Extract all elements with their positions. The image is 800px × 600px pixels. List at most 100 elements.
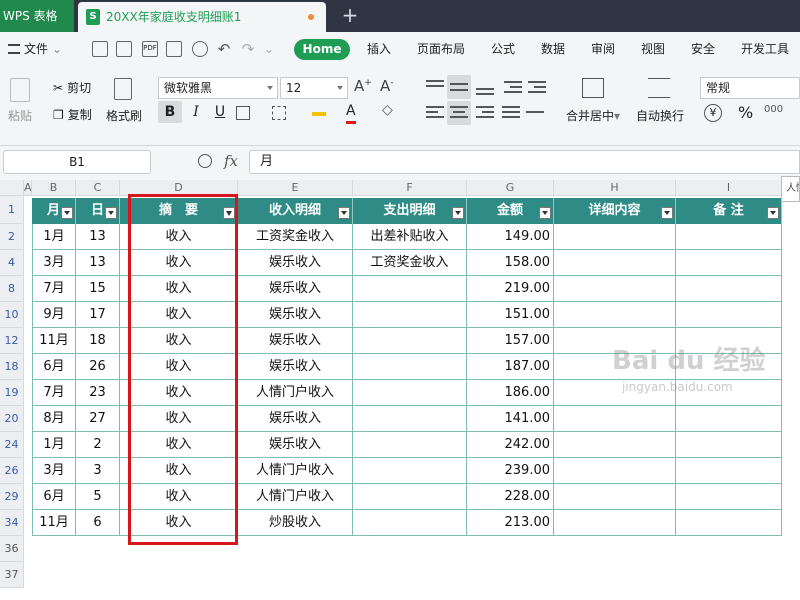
row-header[interactable]: 8 (0, 276, 24, 302)
bold-button[interactable]: B (158, 101, 182, 123)
table-cell[interactable]: 9月 (32, 302, 76, 328)
table-cell[interactable] (676, 224, 782, 250)
redo-icon[interactable]: ↷ (240, 32, 256, 66)
table-cell[interactable]: 151.00 (467, 302, 554, 328)
tab-view[interactable]: 视图 (638, 32, 668, 66)
file-menu[interactable]: 文件 ⌄ (8, 32, 62, 66)
column-header-C[interactable]: C (76, 180, 120, 196)
table-cell[interactable] (353, 510, 467, 536)
table-cell[interactable] (554, 510, 676, 536)
app-tab[interactable]: WPS 表格 (0, 0, 74, 32)
merge-center-icon[interactable] (582, 78, 604, 98)
table-cell[interactable]: 8月 (32, 406, 76, 432)
table-cell[interactable] (676, 458, 782, 484)
table-cell[interactable]: 3月 (32, 458, 76, 484)
zoom-search-icon[interactable] (198, 154, 212, 168)
table-cell[interactable]: 27 (76, 406, 120, 432)
table-cell[interactable]: 娱乐收入 (238, 354, 353, 380)
new-tab-button[interactable]: + (338, 0, 362, 32)
table-cell[interactable]: 收入 (120, 250, 238, 276)
table-cell[interactable]: 187.00 (467, 354, 554, 380)
column-header-H[interactable]: H (554, 180, 676, 196)
table-cell[interactable]: 收入 (120, 406, 238, 432)
table-cell[interactable]: 2 (76, 432, 120, 458)
select-all-corner[interactable] (0, 180, 24, 196)
align-top-icon[interactable] (426, 78, 444, 96)
row-header[interactable]: 34 (0, 510, 24, 536)
paste-icon[interactable] (10, 78, 30, 102)
table-cell[interactable]: 11月 (32, 328, 76, 354)
table-cell[interactable]: 娱乐收入 (238, 432, 353, 458)
row-header[interactable]: 19 (0, 380, 24, 406)
align-right-icon[interactable] (476, 104, 494, 122)
table-cell[interactable] (353, 432, 467, 458)
fill-color-icon[interactable] (312, 106, 326, 116)
table-cell[interactable] (353, 276, 467, 302)
filter-dropdown-icon[interactable] (539, 207, 551, 219)
tab-formulas[interactable]: 公式 (488, 32, 518, 66)
currency-button[interactable]: ¥ (704, 104, 722, 122)
table-cell[interactable]: 收入 (120, 224, 238, 250)
tab-data[interactable]: 数据 (538, 32, 568, 66)
table-cell[interactable] (554, 250, 676, 276)
tab-page-layout[interactable]: 页面布局 (414, 32, 468, 66)
header-cell[interactable]: 收入明细 (238, 198, 353, 224)
table-cell[interactable]: 15 (76, 276, 120, 302)
table-cell[interactable]: 娱乐收入 (238, 406, 353, 432)
table-cell[interactable] (554, 406, 676, 432)
table-cell[interactable] (353, 354, 467, 380)
table-cell[interactable] (554, 484, 676, 510)
table-cell[interactable] (554, 224, 676, 250)
column-header-I[interactable]: I (676, 180, 782, 196)
column-header-A[interactable]: A (24, 180, 32, 196)
wrap-text-button[interactable]: 自动换行 (636, 107, 684, 124)
table-cell[interactable] (676, 302, 782, 328)
table-cell[interactable]: 娱乐收入 (238, 302, 353, 328)
header-cell[interactable]: 摘 要 (120, 198, 238, 224)
print-preview-icon[interactable] (192, 41, 208, 57)
filter-dropdown-icon[interactable] (338, 207, 350, 219)
decrease-indent-icon[interactable] (504, 78, 522, 96)
tab-home[interactable]: Home (294, 39, 350, 60)
table-cell[interactable] (554, 276, 676, 302)
table-cell[interactable] (353, 484, 467, 510)
table-cell[interactable]: 13 (76, 250, 120, 276)
table-cell[interactable]: 人情门户收入 (238, 458, 353, 484)
row-header[interactable]: 4 (0, 250, 24, 276)
table-cell[interactable]: 157.00 (467, 328, 554, 354)
table-cell[interactable]: 工资奖金收入 (238, 224, 353, 250)
table-cell[interactable]: 1月 (32, 432, 76, 458)
align-middle-icon[interactable] (447, 75, 471, 99)
row-header[interactable]: 36 (0, 536, 24, 562)
increase-font-icon[interactable]: A+ (354, 77, 372, 95)
save-icon[interactable] (116, 41, 132, 57)
column-header-E[interactable]: E (238, 180, 353, 196)
paste-button[interactable]: 粘贴 (8, 107, 32, 124)
row-header[interactable]: 20 (0, 406, 24, 432)
wrap-text-icon[interactable] (648, 78, 670, 98)
row-header[interactable]: 2 (0, 224, 24, 250)
table-cell[interactable] (554, 432, 676, 458)
table-cell[interactable]: 收入 (120, 458, 238, 484)
table-cell[interactable]: 人情门户收入 (238, 484, 353, 510)
table-cell[interactable] (676, 432, 782, 458)
table-cell[interactable]: 6 (76, 510, 120, 536)
italic-button[interactable]: I (186, 101, 206, 123)
cut-button[interactable]: ✂ 剪切 (53, 79, 91, 96)
percent-button[interactable]: % (738, 103, 753, 122)
tab-security[interactable]: 安全 (688, 32, 718, 66)
table-cell[interactable]: 娱乐收入 (238, 250, 353, 276)
table-cell[interactable]: 工资奖金收入 (353, 250, 467, 276)
column-header-D[interactable]: D (120, 180, 238, 196)
print-icon[interactable] (166, 41, 182, 57)
distributed-align-icon[interactable] (526, 104, 544, 122)
table-cell[interactable] (353, 406, 467, 432)
undo-icon[interactable]: ↶ (216, 32, 232, 66)
column-header-F[interactable]: F (353, 180, 467, 196)
table-cell[interactable]: 149.00 (467, 224, 554, 250)
export-pdf-icon[interactable]: PDF (142, 41, 158, 57)
table-cell[interactable]: 娱乐收入 (238, 276, 353, 302)
row-header[interactable]: 37 (0, 562, 24, 588)
align-bottom-icon[interactable] (476, 78, 494, 96)
table-cell[interactable]: 1月 (32, 224, 76, 250)
